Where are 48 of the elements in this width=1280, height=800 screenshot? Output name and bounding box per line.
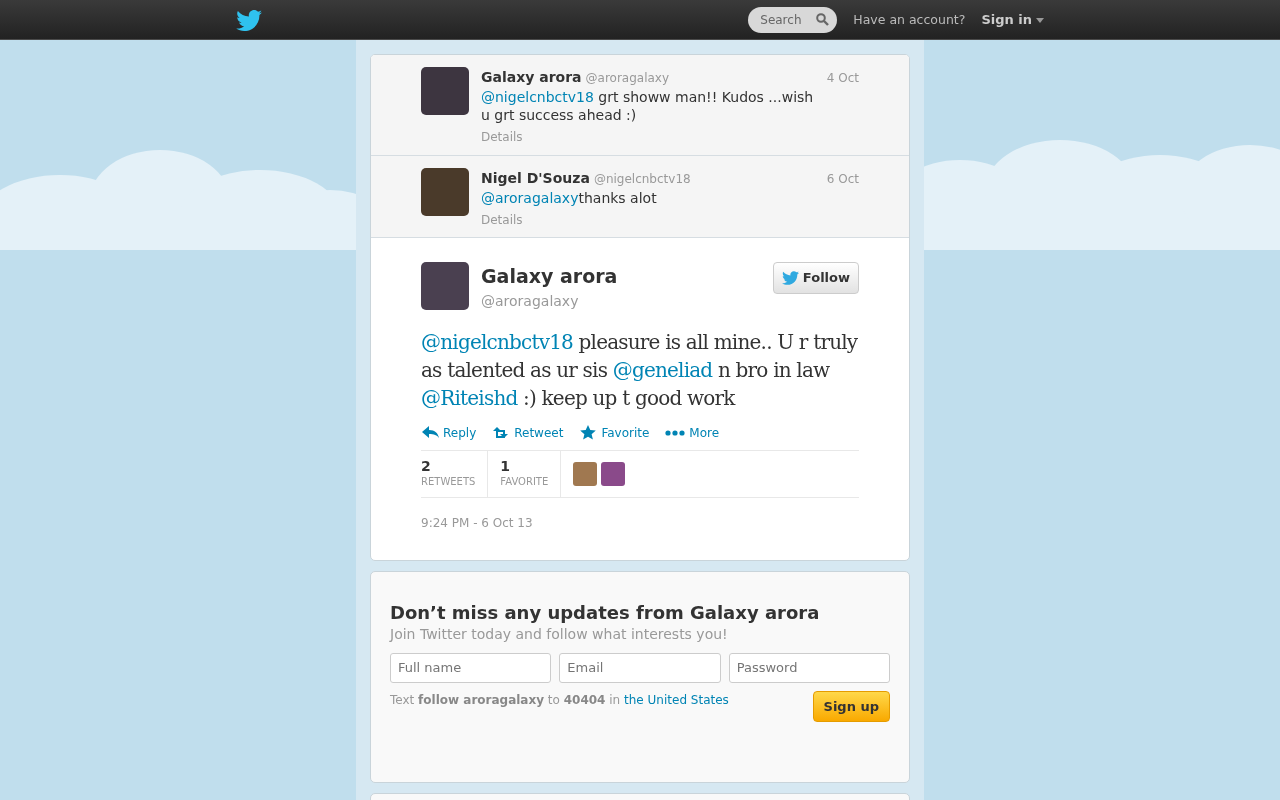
tweet-timestamp[interactable]: 9:24 PM - 6 Oct 13: [421, 513, 859, 532]
follow-button[interactable]: Follow: [772, 262, 859, 294]
bird-icon: [781, 270, 799, 285]
tweet-date[interactable]: 6 Oct: [826, 169, 859, 188]
input-field[interactable]: Full name: [390, 652, 552, 683]
stat-label[interactable]: RETWEETS: [421, 473, 476, 489]
stat-count[interactable]: 1: [500, 457, 549, 474]
avatar-placeholder[interactable]: [421, 167, 469, 216]
author-handle[interactable]: @aroragalaxy: [585, 69, 670, 87]
bird-logo-icon[interactable]: [236, 9, 262, 31]
reply-link[interactable]: Reply: [421, 423, 477, 442]
author-name[interactable]: Galaxy arora: [481, 262, 765, 291]
search-icon: [816, 13, 830, 26]
tweet-date[interactable]: 4 Oct: [826, 69, 859, 87]
mention-link[interactable]: @Riteishd: [421, 385, 518, 410]
country-link[interactable]: the United States: [624, 692, 729, 707]
reply-arrow-icon: [421, 424, 439, 441]
stat-label[interactable]: FAVORITE: [500, 473, 549, 489]
mention-link[interactable]: @aroragalaxy: [481, 189, 579, 206]
details-link[interactable]: Details: [481, 210, 523, 229]
retweet-link[interactable]: Retweet: [492, 423, 564, 442]
retweet-arrows-icon: [492, 424, 511, 441]
mention-link[interactable]: @nigelcnbctv18: [421, 329, 573, 354]
account-prompt: Have an account?: [853, 10, 966, 29]
author-handle[interactable]: @aroragalaxy: [481, 290, 765, 312]
star-icon: [579, 424, 598, 441]
sign-in-link[interactable]: Sign in: [981, 10, 1044, 30]
avatar-placeholder[interactable]: [601, 461, 626, 486]
input-field[interactable]: Password: [728, 652, 890, 683]
search-field[interactable]: Search: [748, 7, 838, 33]
signup-title: Don’t miss any updates from Galaxy arora: [390, 601, 821, 624]
details-link[interactable]: Details: [481, 128, 523, 146]
favorite-link[interactable]: Favorite: [579, 423, 650, 442]
mention-link[interactable]: @geneliad: [612, 357, 713, 382]
signup-subtitle: Join Twitter today and follow what interests you!: [390, 624, 729, 644]
stat-count[interactable]: 2: [421, 457, 476, 474]
author-name[interactable]: Nigel D'Souza: [481, 167, 590, 189]
reply-text: @nigelcnbctv18 grt showw man!! Kudos ...wish u grt success ahead :): [481, 88, 815, 124]
more-link[interactable]: More: [665, 423, 720, 442]
reply-text: @aroragalaxythanks alot: [481, 188, 658, 207]
sms-hint: Text follow aroragalaxy to 40404 in: [390, 692, 621, 707]
author-name[interactable]: Galaxy arora: [481, 67, 582, 88]
author-handle[interactable]: @nigelcnbctv18: [593, 169, 691, 188]
input-field[interactable]: Email: [559, 652, 721, 683]
tweet-text: @nigelcnbctv18 pleasure is all mine.. U r truly as talented as ur sis @geneliad n bro in law @Riteishd :) keep up t good work: [421, 328, 859, 412]
sign-up-button[interactable]: Sign up: [812, 690, 890, 722]
mention-link[interactable]: @nigelcnbctv18: [481, 89, 594, 105]
caret-icon: [1036, 17, 1044, 23]
